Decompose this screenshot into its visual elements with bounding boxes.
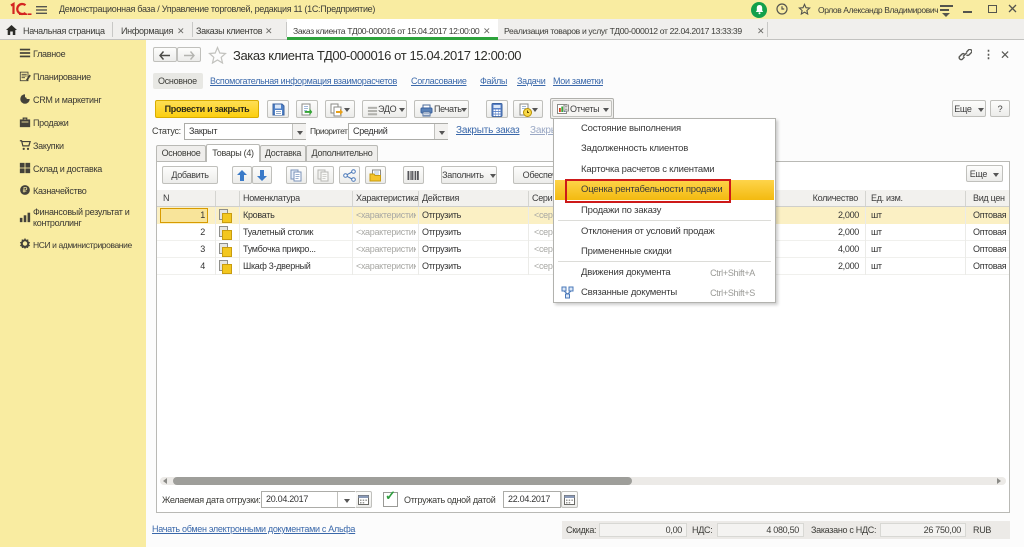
svg-text:₽: ₽	[23, 186, 28, 195]
